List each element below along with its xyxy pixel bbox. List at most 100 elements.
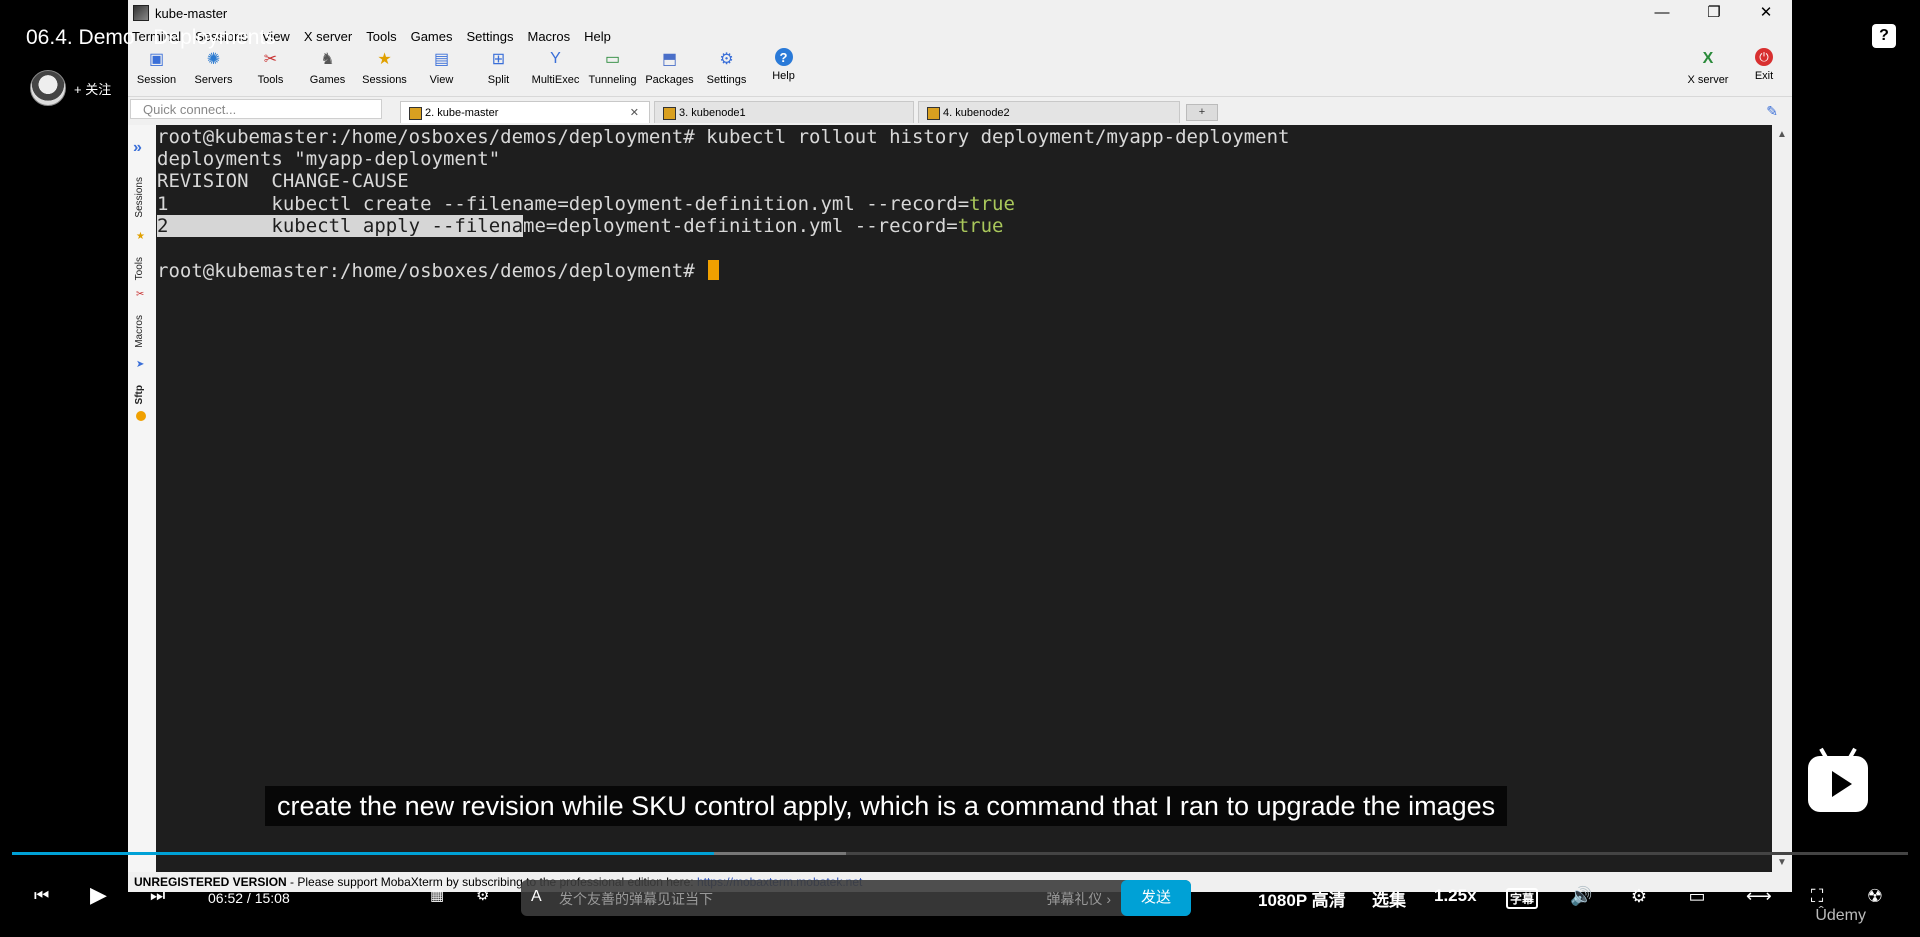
next-icon[interactable]: ⏭: [150, 886, 165, 906]
quality-button[interactable]: 1080P 高清: [1258, 886, 1346, 911]
follow-button[interactable]: + 关注: [74, 79, 111, 98]
tab-kubenode1[interactable]: 3. kubenode1: [654, 101, 914, 123]
toolbar-x-server-button[interactable]: XX server: [1680, 46, 1736, 86]
help-icon[interactable]: ?: [1872, 24, 1896, 48]
toolbar-exit-button[interactable]: ⏻ Exit: [1736, 46, 1792, 86]
menu-help[interactable]: Help: [584, 29, 611, 44]
send-button[interactable]: 发送: [1121, 880, 1191, 916]
main-toolbar: ▣ Session ✺ Servers ✂ Tools ♞ Games ★ Session…: [128, 46, 1792, 97]
terminal-tab-icon: [663, 107, 676, 120]
terminal-line-5: 2 kubectl apply --filename=deployment-de…: [157, 215, 1004, 237]
quick-connect-input[interactable]: Quick connect...: [130, 99, 382, 119]
volume-icon[interactable]: 🔊: [1570, 886, 1592, 906]
toolbar-games-button[interactable]: ♞ Games: [299, 46, 356, 86]
menu-games[interactable]: Games: [411, 29, 453, 44]
servers-icon: ✺: [206, 51, 221, 68]
episodes-button[interactable]: 选集: [1372, 886, 1406, 911]
play-icon[interactable]: ▶: [90, 882, 107, 908]
menu-tools[interactable]: Tools: [366, 29, 396, 44]
tab-kubenode2[interactable]: 4. kubenode2: [918, 101, 1180, 123]
menu-bar: Terminal Sessions View X server Tools Ga…: [128, 26, 1792, 46]
danmaku-settings-icon[interactable]: ⚙: [476, 886, 489, 904]
window-titlebar: kube-master — ❐ ✕: [128, 0, 1792, 26]
collapse-sidebar-icon[interactable]: »: [133, 139, 142, 157]
scroll-down-icon[interactable]: ▼: [1772, 857, 1792, 868]
star-icon: ★: [136, 231, 145, 242]
subtitle-button[interactable]: 字幕: [1506, 888, 1539, 909]
games-icon: ♞: [320, 51, 335, 68]
sidebar-tab-macros[interactable]: Macros: [134, 315, 145, 348]
player-controls: ⏮ ▶ ⏭ 06:52 / 15:08 ▦ ⚙ A 发个友善的弹幕见证当下 弹幕…: [0, 872, 1920, 922]
terminal-scrollbar[interactable]: ▲ ▼: [1772, 125, 1792, 872]
bilibili-play-icon[interactable]: [1808, 747, 1868, 812]
web-fullscreen-icon[interactable]: ⛶: [1806, 886, 1828, 906]
toolbar-help-button[interactable]: ? Help: [755, 46, 812, 82]
scroll-up-icon[interactable]: ▲: [1772, 129, 1792, 140]
danmaku-input[interactable]: 发个友善的弹幕见证当下: [559, 889, 713, 909]
toolbar-multiexec-button[interactable]: Y MultiExec: [527, 46, 584, 86]
time-display: 06:52 / 15:08: [208, 890, 290, 906]
toolbar-tunneling-button[interactable]: ▭ Tunneling: [584, 46, 641, 86]
app-icon: [133, 5, 149, 21]
font-style-icon[interactable]: A: [531, 888, 542, 906]
terminal-cursor: [708, 260, 720, 280]
avatar[interactable]: [30, 70, 66, 106]
split-icon: ⊞: [491, 51, 506, 68]
tools-icon: ✂: [136, 289, 145, 300]
tab-close-icon[interactable]: ✕: [630, 102, 639, 124]
previous-icon[interactable]: ⏮: [34, 886, 49, 906]
tabs-row: Quick connect... 2. kube-master ✕ 3. kub…: [128, 97, 1792, 123]
danmaku-toggle-icon[interactable]: ▦: [430, 886, 444, 904]
picture-in-picture-icon[interactable]: ▭: [1686, 886, 1708, 906]
toolbar-tools-button[interactable]: ✂ Tools: [242, 46, 299, 86]
sidebar-tab-tools[interactable]: Tools: [134, 257, 145, 280]
text-selection: 2 kubectl apply --filena: [157, 215, 524, 237]
terminal-tab-icon: [927, 107, 940, 120]
close-button[interactable]: ✕: [1740, 0, 1792, 26]
restore-button[interactable]: ❐: [1688, 0, 1740, 26]
speed-button[interactable]: 1.25x: [1434, 886, 1477, 906]
toolbar-view-button[interactable]: ▤ View: [413, 46, 470, 86]
danmaku-etiquette-link[interactable]: 弹幕礼仪 ›: [1046, 889, 1111, 909]
settings-icon[interactable]: ⚙: [1628, 886, 1650, 906]
multiexec-icon: Y: [550, 50, 561, 67]
macro-icon: ➤: [136, 359, 145, 370]
udemy-watermark: Ûdemy: [1815, 907, 1866, 924]
video-title: 06.4. Demo - Deployments: [26, 26, 276, 49]
menu-x-server[interactable]: X server: [304, 29, 352, 44]
progress-bar[interactable]: [12, 852, 1908, 855]
x-server-icon: X: [1702, 50, 1714, 67]
tab-kube-master[interactable]: 2. kube-master ✕: [400, 101, 650, 123]
sidebar-tab-sessions[interactable]: Sessions: [134, 177, 145, 218]
settings-icon: ⚙: [719, 51, 734, 68]
toolbar-session-button[interactable]: ▣ Session: [128, 46, 185, 86]
packages-icon: ⬒: [661, 51, 678, 68]
video-subtitle: create the new revision while SKU contro…: [265, 786, 1508, 826]
view-icon: ▤: [433, 51, 450, 68]
fullscreen-icon[interactable]: ☢: [1864, 886, 1886, 906]
terminal-line-3: REVISION CHANGE-CAUSE: [157, 170, 409, 192]
help-icon: ?: [774, 48, 793, 66]
widescreen-icon[interactable]: ⟷: [1746, 886, 1772, 906]
menu-settings[interactable]: Settings: [467, 29, 514, 44]
author-row: + 关注: [30, 70, 111, 106]
window-title: kube-master: [155, 5, 228, 21]
terminal[interactable]: root@kubemaster:/home/osboxes/demos/depl…: [156, 125, 1772, 872]
toolbar-sessions-button[interactable]: ★ Sessions: [356, 46, 413, 86]
toolbar-servers-button[interactable]: ✺ Servers: [185, 46, 242, 86]
terminal-line-1: root@kubemaster:/home/osboxes/demos/depl…: [157, 126, 1290, 148]
sidebar-tab-sftp[interactable]: Sftp: [134, 385, 145, 404]
toolbar-packages-button[interactable]: ⬒ Packages: [641, 46, 698, 86]
paperclip-icon[interactable]: ✎: [1766, 103, 1778, 120]
toolbar-settings-button[interactable]: ⚙ Settings: [698, 46, 755, 86]
new-tab-button[interactable]: +: [1186, 104, 1218, 121]
toolbar-split-button[interactable]: ⊞ Split: [470, 46, 527, 86]
power-icon: ⏻: [1755, 48, 1773, 66]
main-area: » Sessions ★ Tools ✂ Macros ➤ Sftp root@…: [128, 125, 1792, 872]
danmaku-input-box: A 发个友善的弹幕见证当下 弹幕礼仪 › 发送: [521, 880, 1191, 916]
menu-macros[interactable]: Macros: [527, 29, 570, 44]
session-icon: ▣: [148, 51, 165, 68]
terminal-tab-icon: [409, 107, 422, 120]
terminal-prompt-line: root@kubemaster:/home/osboxes/demos/depl…: [157, 260, 720, 282]
minimize-button[interactable]: —: [1636, 0, 1688, 26]
